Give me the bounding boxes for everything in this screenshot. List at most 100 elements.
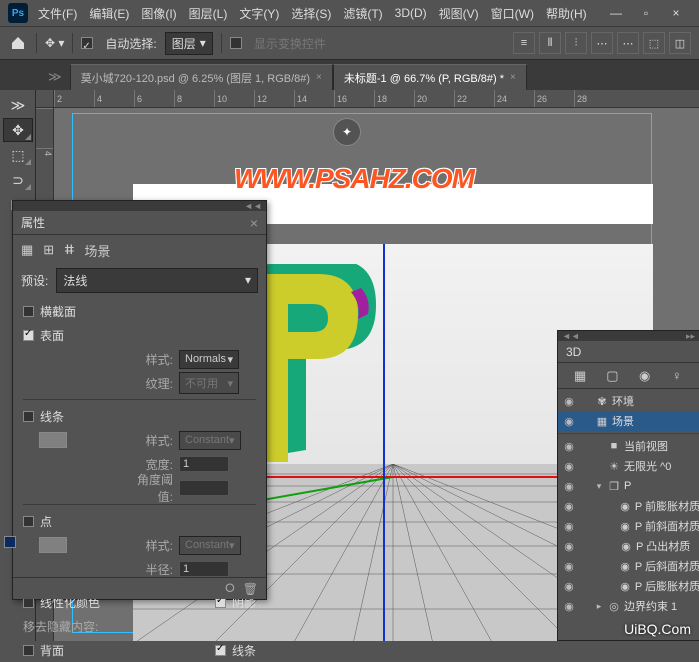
- visibility-toggle[interactable]: ◉: [562, 560, 576, 573]
- style-label: 样式:: [123, 432, 173, 449]
- trash-icon[interactable]: 🗑: [243, 582, 258, 596]
- home-icon[interactable]: [8, 33, 28, 53]
- document-tab[interactable]: 未标题-1 @ 66.7% (P, RGB/8#) * ×: [333, 64, 527, 90]
- tree-row[interactable]: ◉◉P 后膨胀材质: [558, 576, 699, 596]
- 3d-tree: ◉✾环境◉▦场景◉■当前视图◉☀无限光 ^0◉▾❐P◉◉P 前膨胀材质◉◉P 前…: [558, 389, 699, 618]
- preset-select[interactable]: 法线▾: [56, 268, 258, 293]
- menu-window[interactable]: 窗口(W): [491, 5, 534, 22]
- panel-menu-icon[interactable]: ×: [250, 215, 258, 231]
- tab-close-icon[interactable]: ×: [510, 72, 516, 83]
- tree-row[interactable]: ◉■当前视图: [558, 436, 699, 456]
- angle-input[interactable]: [179, 480, 229, 496]
- visibility-toggle[interactable]: ◉: [562, 500, 576, 513]
- visibility-toggle[interactable]: ◉: [562, 580, 576, 593]
- align-icon[interactable]: ⫴: [539, 32, 561, 54]
- expand-arrow[interactable]: ▸: [594, 601, 604, 612]
- menu-edit[interactable]: 编辑(E): [89, 5, 129, 22]
- menu-3d[interactable]: 3D(D): [395, 6, 427, 20]
- menu-view[interactable]: 视图(V): [439, 5, 479, 22]
- panel-collapse-icon[interactable]: ◄◄: [244, 201, 262, 211]
- 3d-widget-icon[interactable]: ✦: [333, 118, 361, 146]
- ps-logo: Ps: [8, 3, 28, 23]
- tree-item-icon: ▦: [595, 415, 609, 428]
- tab-scroll-arrows[interactable]: ≫: [40, 64, 70, 90]
- render-icon[interactable]: ⭘: [225, 581, 235, 596]
- menu-filter[interactable]: 滤镜(T): [343, 5, 382, 22]
- filter-light-icon[interactable]: ♀: [666, 367, 688, 385]
- surface-checkbox[interactable]: [23, 330, 34, 341]
- tree-item-icon: ◎: [607, 600, 621, 613]
- tree-row[interactable]: ◉▸◎边界约束 1: [558, 596, 699, 616]
- visibility-toggle[interactable]: ◉: [562, 600, 576, 613]
- document-tab[interactable]: 莫小城720-120.psd @ 6.25% (图层 1, RGB/8#) ×: [70, 64, 333, 90]
- marquee-tool[interactable]: ⬚: [3, 143, 33, 167]
- visibility-toggle[interactable]: ◉: [562, 395, 576, 408]
- tree-row[interactable]: ◉◉P 凸出材质: [558, 536, 699, 556]
- maximize-button[interactable]: ▫: [631, 3, 661, 23]
- tree-row[interactable]: ◉◉P 前斜面材质: [558, 516, 699, 536]
- ruler-horizontal[interactable]: 246810121416182022242628: [54, 90, 699, 108]
- tree-item-label: 无限光 ^0: [624, 458, 671, 474]
- minimize-button[interactable]: —: [601, 3, 631, 23]
- lines2-checkbox[interactable]: [215, 645, 226, 656]
- filter-scene-icon[interactable]: ▦: [569, 367, 591, 385]
- tree-item-label: P 前斜面材质: [635, 518, 699, 534]
- menu-file[interactable]: 文件(F): [38, 5, 77, 22]
- lines-color-swatch[interactable]: [39, 432, 67, 448]
- surface-style-select[interactable]: Normals▾: [179, 350, 239, 369]
- tree-item-icon: ❐: [607, 480, 621, 493]
- visibility-toggle[interactable]: ◉: [562, 415, 576, 428]
- 3d-mode-icon[interactable]: ⬚: [643, 32, 665, 54]
- tree-row[interactable]: ◉ ▾❐P: [558, 476, 699, 496]
- cross-section-checkbox[interactable]: [23, 306, 34, 317]
- expand-arrow[interactable]: ▾: [594, 481, 604, 492]
- close-button[interactable]: ×: [661, 3, 691, 23]
- menu-help[interactable]: 帮助(H): [546, 5, 587, 22]
- width-input[interactable]: [179, 456, 229, 472]
- menu-select[interactable]: 选择(S): [291, 5, 331, 22]
- visibility-toggle[interactable]: ◉: [562, 460, 576, 473]
- coord-icon[interactable]: ⵌ: [64, 242, 74, 258]
- 3d-mode-icon[interactable]: ◫: [669, 32, 691, 54]
- mesh-icon[interactable]: ⊞: [43, 242, 54, 258]
- filter-mesh-icon[interactable]: ▢: [601, 367, 623, 385]
- tree-row[interactable]: ◉▦场景: [558, 411, 699, 431]
- tool-arrows[interactable]: ≫: [3, 93, 33, 117]
- foreground-color-swatch[interactable]: [4, 536, 16, 548]
- menu-layer[interactable]: 图层(L): [189, 5, 228, 22]
- visibility-toggle[interactable]: ◉: [562, 540, 576, 553]
- filter-material-icon[interactable]: ◉: [634, 367, 656, 385]
- 3d-panel[interactable]: ◄◄▸▸ 3D ▦ ▢ ◉ ♀ ◉✾环境◉▦场景◉■当前视图◉☀无限光 ^0◉▾…: [557, 330, 699, 641]
- visibility-toggle[interactable]: ◉: [562, 520, 576, 533]
- surface-label: 表面: [40, 327, 64, 344]
- tree-item-label: P: [624, 480, 631, 492]
- preset-label: 预设:: [21, 272, 48, 289]
- align-icon[interactable]: ⫶: [565, 32, 587, 54]
- move-tool[interactable]: ✥: [3, 118, 33, 142]
- auto-select-checkbox[interactable]: [81, 37, 93, 49]
- document-tabbar: ≫ 莫小城720-120.psd @ 6.25% (图层 1, RGB/8#) …: [0, 60, 699, 90]
- align-icon[interactable]: ≡: [513, 32, 535, 54]
- tree-row[interactable]: ◉☀无限光 ^0: [558, 456, 699, 476]
- auto-select-target[interactable]: 图层 ▾: [165, 32, 213, 55]
- radius-input[interactable]: [179, 561, 229, 577]
- align-icon[interactable]: ⋯: [591, 32, 613, 54]
- backface-checkbox[interactable]: [23, 645, 34, 656]
- options-bar: ✥ ▾ 自动选择: 图层 ▾ 显示变换控件 ≡ ⫴ ⫶ ⋯ ⋯ ⬚ ◫: [0, 26, 699, 60]
- menu-type[interactable]: 文字(Y): [239, 5, 279, 22]
- menu-image[interactable]: 图像(I): [141, 5, 176, 22]
- tree-row[interactable]: ◉◉P 前膨胀材质: [558, 496, 699, 516]
- lines-checkbox[interactable]: [23, 411, 34, 422]
- show-transform-checkbox[interactable]: [230, 37, 242, 49]
- visibility-toggle[interactable]: ◉: [562, 480, 576, 493]
- points-checkbox[interactable]: [23, 516, 34, 527]
- more-icon[interactable]: ⋯: [617, 32, 639, 54]
- visibility-toggle[interactable]: ◉: [562, 440, 576, 453]
- properties-panel[interactable]: ◄◄ 属性 × ▦ ⊞ ⵌ 场景 预设: 法线▾ 横截面 表面 样式:Norma…: [12, 200, 267, 600]
- tree-row[interactable]: ◉◉P 后斜面材质: [558, 556, 699, 576]
- tree-row[interactable]: ◉✾环境: [558, 391, 699, 411]
- tab-close-icon[interactable]: ×: [316, 72, 322, 83]
- lasso-tool[interactable]: ⊃: [3, 168, 33, 192]
- scene-icon[interactable]: ▦: [21, 242, 33, 258]
- points-color-swatch[interactable]: [39, 537, 67, 553]
